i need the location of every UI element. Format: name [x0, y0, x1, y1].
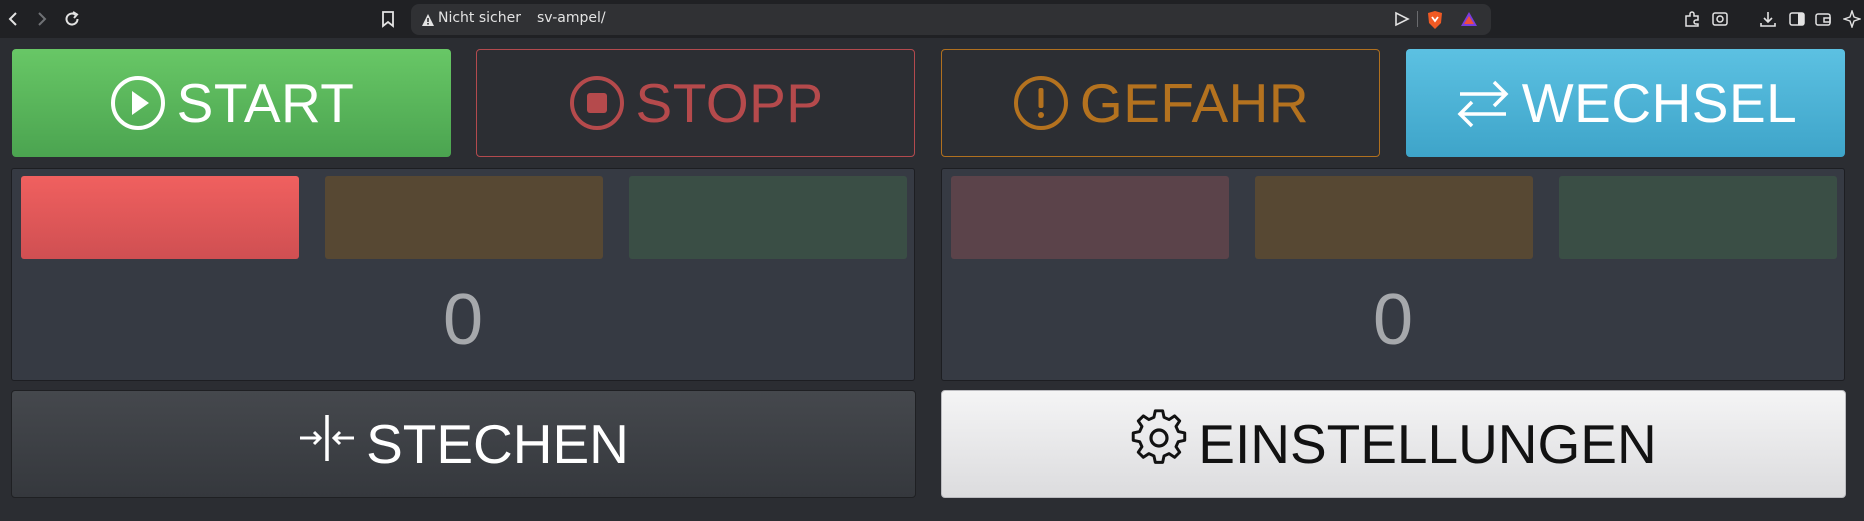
gefahr-label: GEFAHR: [1079, 72, 1310, 134]
url-divider: [1417, 11, 1418, 27]
start-button[interactable]: START: [12, 49, 451, 157]
gear-icon: [1130, 408, 1188, 480]
play-circle-icon: [109, 74, 167, 132]
right-red-lamp: [951, 176, 1229, 259]
extensions-icon[interactable]: [1680, 7, 1704, 31]
left-green-lamp: [629, 176, 907, 259]
bookmark-icon[interactable]: [376, 7, 400, 31]
share-icon[interactable]: [1394, 10, 1410, 32]
url-text[interactable]: sv-ampel/: [537, 10, 606, 26]
wechsel-label: WECHSEL: [1521, 72, 1798, 134]
left-score: 0: [442, 280, 484, 360]
security-label[interactable]: Nicht sicher: [438, 10, 521, 26]
reload-icon[interactable]: [60, 7, 84, 31]
address-bar[interactable]: Nicht sicher sv-ampel/: [411, 4, 1491, 35]
screenshot-icon[interactable]: [1708, 7, 1732, 31]
right-signal-panel: 0: [941, 168, 1845, 381]
browser-toolbar: Nicht sicher sv-ampel/: [0, 0, 1864, 38]
wallet-icon[interactable]: [1811, 7, 1835, 31]
stopp-label: STOPP: [635, 72, 824, 134]
right-green-lamp: [1559, 176, 1837, 259]
compress-arrows-icon: [298, 409, 356, 480]
start-label: START: [176, 72, 355, 134]
left-yellow-lamp: [325, 176, 603, 259]
stechen-button[interactable]: STECHEN: [11, 390, 916, 498]
ampel-app: START STOPP GEFAHR WECHSEL 0 0 STECHEN E…: [0, 38, 1864, 521]
forward-icon[interactable]: [30, 7, 54, 31]
brave-shield-icon[interactable]: [1426, 10, 1444, 34]
stechen-label: STECHEN: [366, 413, 629, 475]
warning-icon[interactable]: [421, 12, 435, 31]
left-signal-panel: 0: [11, 168, 915, 381]
einstellungen-button[interactable]: EINSTELLUNGEN: [941, 390, 1846, 498]
stop-circle-icon: [568, 74, 626, 132]
leo-icon[interactable]: [1840, 7, 1864, 31]
exclamation-circle-icon: [1012, 74, 1070, 132]
swap-arrows-icon: [1454, 74, 1512, 132]
brave-rewards-icon[interactable]: [1460, 10, 1478, 32]
right-yellow-lamp: [1255, 176, 1533, 259]
left-red-lamp: [21, 176, 299, 259]
download-icon[interactable]: [1756, 7, 1780, 31]
right-score: 0: [1372, 280, 1414, 360]
stopp-button[interactable]: STOPP: [476, 49, 915, 157]
wechsel-button[interactable]: WECHSEL: [1406, 49, 1845, 157]
einstellungen-label: EINSTELLUNGEN: [1198, 413, 1657, 475]
gefahr-button[interactable]: GEFAHR: [941, 49, 1380, 157]
sidebar-icon[interactable]: [1785, 7, 1809, 31]
back-icon[interactable]: [1, 7, 25, 31]
